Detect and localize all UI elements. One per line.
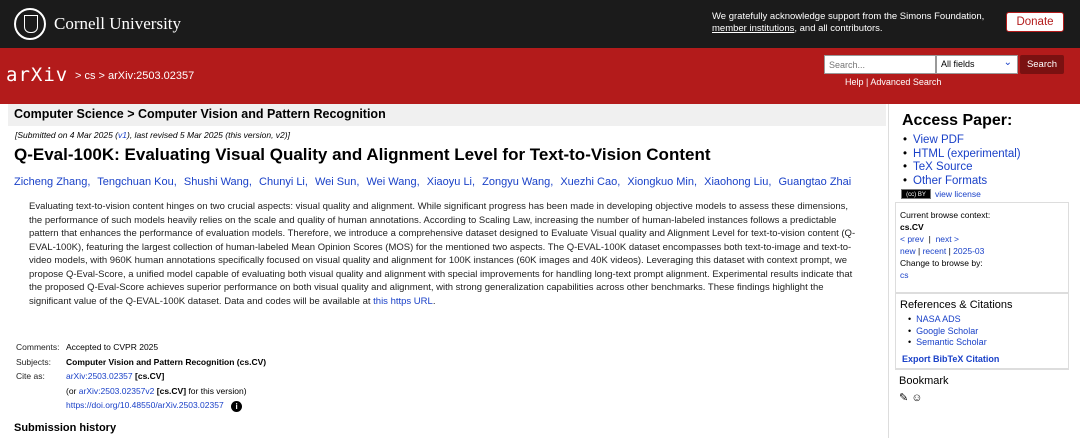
chevron-down-icon: ⌄ xyxy=(1003,57,1012,68)
arxiv-header: arXiv > cs > arXiv:2503.02357 All fields… xyxy=(0,48,1080,104)
sidebar: Access Paper: View PDF HTML (experimenta… xyxy=(888,104,1074,438)
author-link[interactable]: Xiongkuo Min, xyxy=(627,176,697,188)
next-link[interactable]: next > xyxy=(936,234,959,244)
author-link[interactable]: Xuezhi Cao, xyxy=(560,176,620,188)
cornell-topbar: Cornell University We gratefully acknowl… xyxy=(0,0,1080,48)
abstract: Evaluating text-to-vision content hinges… xyxy=(29,201,856,307)
subjects-value: Computer Vision and Pattern Recognition … xyxy=(66,356,267,367)
export-bibtex-link[interactable]: Export BibTeX Citation xyxy=(902,354,999,364)
search-field-select[interactable]: All fields ⌄ xyxy=(936,55,1018,74)
arxiv-logo[interactable]: arXiv xyxy=(6,64,68,86)
cc-by-icon[interactable]: (cc) BY xyxy=(901,189,931,199)
browse-context: Current browse context: cs.CV < prev | n… xyxy=(895,202,1069,294)
author-link[interactable]: Wei Wang, xyxy=(367,176,420,188)
google-scholar-link[interactable]: Google Scholar xyxy=(916,326,978,336)
subjects-label: Subjects: xyxy=(16,356,51,367)
category-header: Computer Science > Computer Vision and P… xyxy=(8,104,886,126)
view-pdf-link[interactable]: View PDF xyxy=(913,134,964,146)
donate-button[interactable]: Donate xyxy=(1006,12,1064,32)
member-institutions-link[interactable]: member institutions xyxy=(712,23,794,34)
bookmark-box: Bookmark ✎ ☺ xyxy=(895,368,1069,428)
search-button[interactable]: Search xyxy=(1020,55,1064,74)
author-list: Zicheng Zhang, Tengchuan Kou, Shushi Wan… xyxy=(14,176,855,188)
author-link[interactable]: Zongyu Wang, xyxy=(482,176,553,188)
cs-link[interactable]: cs xyxy=(900,270,909,280)
author-link[interactable]: Shushi Wang, xyxy=(184,176,252,188)
cite-version-link[interactable]: arXiv:2503.02357v2 xyxy=(79,386,155,396)
code-url-link[interactable]: this https URL xyxy=(373,296,433,307)
access-paper-title: Access Paper: xyxy=(902,112,1013,129)
tex-source-link[interactable]: TeX Source xyxy=(913,161,972,173)
bibsonomy-icon[interactable]: ✎ xyxy=(899,392,908,404)
new-link[interactable]: new xyxy=(900,246,916,256)
license: (cc) BY view license xyxy=(901,189,981,199)
browse-context-value: cs.CV xyxy=(900,222,924,232)
paper-title: Q-Eval-100K: Evaluating Visual Quality a… xyxy=(14,145,711,164)
author-link[interactable]: Guangtao Zhai xyxy=(778,176,851,188)
semantic-scholar-link[interactable]: Semantic Scholar xyxy=(916,337,987,347)
cornell-seal-icon xyxy=(14,8,46,40)
breadcrumb[interactable]: > cs > arXiv:2503.02357 xyxy=(75,70,194,82)
acknowledgement: We gratefully acknowledge support from t… xyxy=(712,11,985,34)
submission-history-heading: Submission history xyxy=(14,422,117,434)
bookmark-title: Bookmark xyxy=(899,375,949,387)
author-link[interactable]: Chunyi Li, xyxy=(259,176,308,188)
nasa-ads-link[interactable]: NASA ADS xyxy=(916,314,961,324)
cite-id-link[interactable]: arXiv:2503.02357 xyxy=(66,371,133,381)
search-input[interactable] xyxy=(824,55,936,74)
author-link[interactable]: Zicheng Zhang, xyxy=(14,176,90,188)
comments-value: Accepted to CVPR 2025 xyxy=(66,342,159,352)
prev-link[interactable]: < prev xyxy=(900,234,924,244)
cornell-name: Cornell University xyxy=(54,14,182,33)
author-link[interactable]: Tengchuan Kou, xyxy=(97,176,177,188)
access-links: View PDF HTML (experimental) TeX Source … xyxy=(903,134,1021,188)
help-link[interactable]: Help xyxy=(845,77,864,87)
reddit-icon[interactable]: ☺ xyxy=(911,392,922,404)
help-links: Help | Advanced Search xyxy=(845,77,942,87)
v1-link[interactable]: v1 xyxy=(118,130,127,140)
metadata-table: Comments: Accepted to CVPR 2025 Subjects… xyxy=(16,342,267,412)
author-link[interactable]: Xiaoyu Li, xyxy=(427,176,475,188)
view-license-link[interactable]: view license xyxy=(935,189,981,199)
submission-info: [Submitted on 4 Mar 2025 (v1), last revi… xyxy=(15,130,290,140)
comments-label: Comments: xyxy=(16,342,60,352)
doi-link[interactable]: https://doi.org/10.48550/arXiv.2503.0235… xyxy=(66,400,224,410)
html-link[interactable]: HTML (experimental) xyxy=(913,148,1021,160)
recent-link[interactable]: recent xyxy=(923,246,947,256)
other-formats-link[interactable]: Other Formats xyxy=(913,175,987,187)
cite-label: Cite as: xyxy=(16,371,45,381)
author-link[interactable]: Wei Sun, xyxy=(315,176,359,188)
month-link[interactable]: 2025-03 xyxy=(953,246,984,256)
references-title: References & Citations xyxy=(900,299,1013,311)
advanced-search-link[interactable]: Advanced Search xyxy=(870,77,941,87)
author-link[interactable]: Xiaohong Liu, xyxy=(704,176,771,188)
cornell-logo[interactable]: Cornell University xyxy=(14,8,181,40)
info-icon[interactable]: i xyxy=(231,401,243,412)
